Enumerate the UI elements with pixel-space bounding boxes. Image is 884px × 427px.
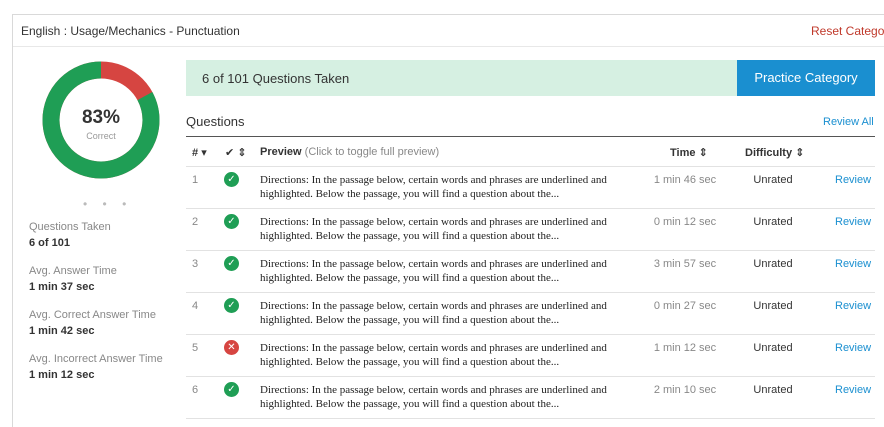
review-link[interactable]: Review bbox=[835, 216, 871, 228]
col-header-time[interactable]: Time ⇕ bbox=[670, 146, 708, 159]
review-link[interactable]: Review bbox=[835, 342, 871, 354]
percent-correct: 83% bbox=[81, 107, 121, 128]
row-number: 4 bbox=[192, 300, 199, 312]
difficulty: Unrated bbox=[753, 258, 793, 270]
row-number: 3 bbox=[192, 258, 199, 270]
col-preview-hint: (Click to toggle full preview) bbox=[304, 146, 440, 158]
col-header-correct[interactable]: ✔ ⇕ bbox=[225, 146, 247, 159]
stat-questions-taken-value: 6 of 101 bbox=[29, 237, 70, 249]
question-preview[interactable]: Directions: In the passage below, certai… bbox=[260, 257, 640, 285]
check-icon: ✓ bbox=[224, 382, 239, 397]
divider bbox=[186, 376, 875, 377]
row-number: 5 bbox=[192, 342, 199, 354]
row-number: 1 bbox=[192, 174, 199, 186]
questions-heading: Questions bbox=[186, 114, 245, 129]
divider bbox=[186, 418, 875, 419]
stat-avg-incorrect-time-label: Avg. Incorrect Answer Time bbox=[29, 353, 163, 365]
stat-avg-time-label: Avg. Answer Time bbox=[29, 265, 117, 277]
col-header-difficulty[interactable]: Difficulty ⇕ bbox=[745, 146, 804, 159]
col-number-label: # bbox=[192, 147, 199, 159]
stat-avg-correct-time-value: 1 min 42 sec bbox=[29, 325, 95, 337]
check-icon: ✓ bbox=[224, 172, 239, 187]
answer-time: 1 min 46 sec bbox=[653, 174, 717, 186]
divider bbox=[186, 166, 875, 167]
col-difficulty-label: Difficulty bbox=[745, 147, 793, 159]
question-preview[interactable]: Directions: In the passage below, certai… bbox=[260, 341, 640, 369]
question-preview[interactable]: Directions: In the passage below, certai… bbox=[260, 299, 640, 327]
sort-icon: ⇕ bbox=[237, 147, 247, 159]
check-icon: ✓ bbox=[224, 298, 239, 313]
question-preview[interactable]: Directions: In the passage below, certai… bbox=[260, 383, 640, 411]
check-icon: ✓ bbox=[224, 214, 239, 229]
divider bbox=[186, 292, 875, 293]
review-all-link[interactable]: Review All bbox=[823, 116, 874, 128]
col-time-label: Time bbox=[670, 147, 696, 159]
answer-time: 0 min 27 sec bbox=[653, 300, 717, 312]
answer-time: 0 min 12 sec bbox=[653, 216, 717, 228]
question-preview[interactable]: Directions: In the passage below, certai… bbox=[260, 215, 640, 243]
percent-label: Correct bbox=[86, 131, 116, 141]
col-header-number[interactable]: # ▾ bbox=[192, 146, 207, 159]
checkmark-icon: ✔ bbox=[225, 147, 235, 159]
category-panel: English : Usage/Mechanics - Punctuation … bbox=[12, 14, 884, 427]
divider bbox=[186, 250, 875, 251]
sort-desc-icon: ▾ bbox=[201, 147, 207, 159]
check-icon: ✓ bbox=[224, 256, 239, 271]
questions-taken-text: 6 of 101 Questions Taken bbox=[202, 71, 350, 86]
row-number: 2 bbox=[192, 216, 199, 228]
review-link[interactable]: Review bbox=[835, 174, 871, 186]
col-header-preview[interactable]: Preview (Click to toggle full preview) bbox=[260, 146, 439, 158]
difficulty: Unrated bbox=[753, 384, 793, 396]
divider bbox=[186, 208, 875, 209]
x-icon: ✕ bbox=[224, 340, 239, 355]
top-bar: English : Usage/Mechanics - Punctuation … bbox=[13, 15, 884, 47]
review-link[interactable]: Review bbox=[835, 258, 871, 270]
col-preview-label: Preview bbox=[260, 146, 302, 158]
review-link[interactable]: Review bbox=[835, 384, 871, 396]
difficulty: Unrated bbox=[753, 216, 793, 228]
stat-avg-correct-time-label: Avg. Correct Answer Time bbox=[29, 309, 156, 321]
reset-category-link[interactable]: Reset Category bbox=[811, 24, 884, 38]
sort-icon: ⇕ bbox=[698, 147, 708, 159]
stat-questions-taken-label: Questions Taken bbox=[29, 221, 111, 233]
stat-avg-time-value: 1 min 37 sec bbox=[29, 281, 95, 293]
carousel-dots[interactable]: • • • bbox=[83, 197, 132, 211]
difficulty: Unrated bbox=[753, 342, 793, 354]
row-number: 6 bbox=[192, 384, 199, 396]
review-link[interactable]: Review bbox=[835, 300, 871, 312]
divider bbox=[186, 136, 875, 137]
progress-banner: 6 of 101 Questions Taken bbox=[186, 60, 739, 96]
answer-time: 2 min 10 sec bbox=[653, 384, 717, 396]
difficulty: Unrated bbox=[753, 174, 793, 186]
practice-category-button[interactable]: Practice Category bbox=[737, 60, 875, 96]
sort-icon: ⇕ bbox=[795, 147, 805, 159]
category-title: English : Usage/Mechanics - Punctuation bbox=[21, 24, 240, 38]
difficulty: Unrated bbox=[753, 300, 793, 312]
question-preview[interactable]: Directions: In the passage below, certai… bbox=[260, 173, 640, 201]
stat-avg-incorrect-time-value: 1 min 12 sec bbox=[29, 369, 95, 381]
divider bbox=[186, 334, 875, 335]
score-donut: 83% Correct bbox=[42, 61, 160, 179]
answer-time: 3 min 57 sec bbox=[653, 258, 717, 270]
answer-time: 1 min 12 sec bbox=[653, 342, 717, 354]
